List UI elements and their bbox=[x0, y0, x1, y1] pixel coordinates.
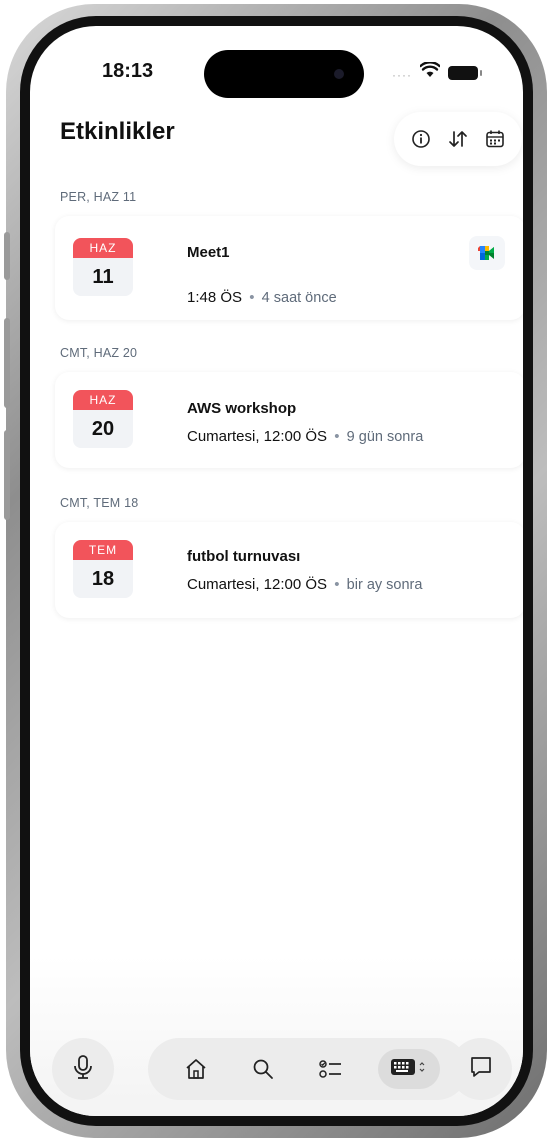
event-card[interactable]: TEM 18 futbol turnuvası Cumartesi, 12:00… bbox=[55, 522, 523, 618]
section-header: CMT, TEM 18 bbox=[60, 496, 139, 510]
event-title: Meet1 bbox=[187, 244, 230, 261]
event-title: futbol turnuvası bbox=[187, 548, 301, 565]
checklist-icon[interactable] bbox=[311, 1049, 351, 1089]
event-meta: 1:48 ÖS • 4 saat önce bbox=[187, 289, 337, 306]
page-title: Etkinlikler bbox=[60, 118, 175, 145]
signal-icon: ···· bbox=[392, 67, 412, 82]
date-badge: HAZ 11 bbox=[73, 238, 133, 296]
status-time: 18:13 bbox=[102, 60, 154, 82]
date-month: HAZ bbox=[73, 238, 133, 258]
separator: • bbox=[249, 289, 255, 306]
event-relative: 9 gün sonra bbox=[346, 429, 424, 445]
date-badge: HAZ 20 bbox=[73, 390, 133, 448]
date-day: 18 bbox=[91, 568, 115, 590]
keyboard-button[interactable] bbox=[378, 1049, 441, 1089]
search-icon[interactable] bbox=[243, 1049, 283, 1089]
event-meta: Cumartesi, 12:00 ÖS • bir ay sonra bbox=[187, 576, 422, 593]
google-meet-icon[interactable] bbox=[469, 236, 505, 270]
event-card[interactable]: HAZ 20 AWS workshop Cumartesi, 12:00 ÖS … bbox=[55, 372, 523, 468]
event-time: Cumartesi, 12:00 ÖS bbox=[187, 576, 328, 593]
event-card[interactable]: HAZ 11 Meet1 1:48 ÖS • 4 saat önce bbox=[55, 216, 523, 320]
date-day: 11 bbox=[92, 266, 114, 288]
sort-icon[interactable] bbox=[445, 126, 471, 152]
home-icon[interactable] bbox=[176, 1049, 216, 1089]
wifi-icon bbox=[419, 61, 441, 83]
phone-frame: 18:13 ···· Etkinlikler PER, HAZ 11 HAZ 1… bbox=[6, 4, 547, 1138]
battery-icon bbox=[447, 65, 482, 80]
status-icons: ···· bbox=[392, 61, 482, 83]
dynamic-island bbox=[204, 50, 364, 98]
section-header: CMT, HAZ 20 bbox=[60, 346, 138, 360]
keyboard-icon bbox=[389, 1055, 429, 1084]
calendar-icon[interactable] bbox=[482, 126, 508, 152]
event-meta: Cumartesi, 12:00 ÖS • 9 gün sonra bbox=[187, 428, 423, 445]
action-button bbox=[4, 232, 10, 280]
separator: • bbox=[334, 576, 340, 593]
volume-down-button bbox=[4, 430, 10, 520]
event-title: AWS workshop bbox=[187, 400, 297, 417]
separator: • bbox=[334, 428, 340, 445]
date-day: 20 bbox=[91, 418, 115, 440]
event-time: Cumartesi, 12:00 ÖS bbox=[187, 428, 328, 445]
info-icon[interactable] bbox=[408, 126, 434, 152]
section-header: PER, HAZ 11 bbox=[60, 190, 137, 204]
date-badge: TEM 18 bbox=[73, 540, 133, 598]
event-time: 1:48 ÖS bbox=[187, 289, 243, 306]
camera-icon bbox=[334, 69, 344, 79]
chat-button[interactable] bbox=[450, 1038, 512, 1100]
phone-bezel: 18:13 ···· Etkinlikler PER, HAZ 11 HAZ 1… bbox=[20, 16, 533, 1126]
bottom-nav bbox=[148, 1038, 468, 1100]
screen: 18:13 ···· Etkinlikler PER, HAZ 11 HAZ 1… bbox=[30, 26, 523, 1116]
toolbar bbox=[394, 112, 522, 166]
microphone-button[interactable] bbox=[52, 1038, 114, 1100]
event-relative: bir ay sonra bbox=[346, 577, 423, 593]
event-relative: 4 saat önce bbox=[261, 290, 337, 306]
volume-up-button bbox=[4, 318, 10, 408]
chat-icon bbox=[468, 1054, 494, 1085]
microphone-icon bbox=[72, 1054, 94, 1085]
date-month: HAZ bbox=[73, 390, 133, 410]
date-month: TEM bbox=[73, 540, 133, 560]
